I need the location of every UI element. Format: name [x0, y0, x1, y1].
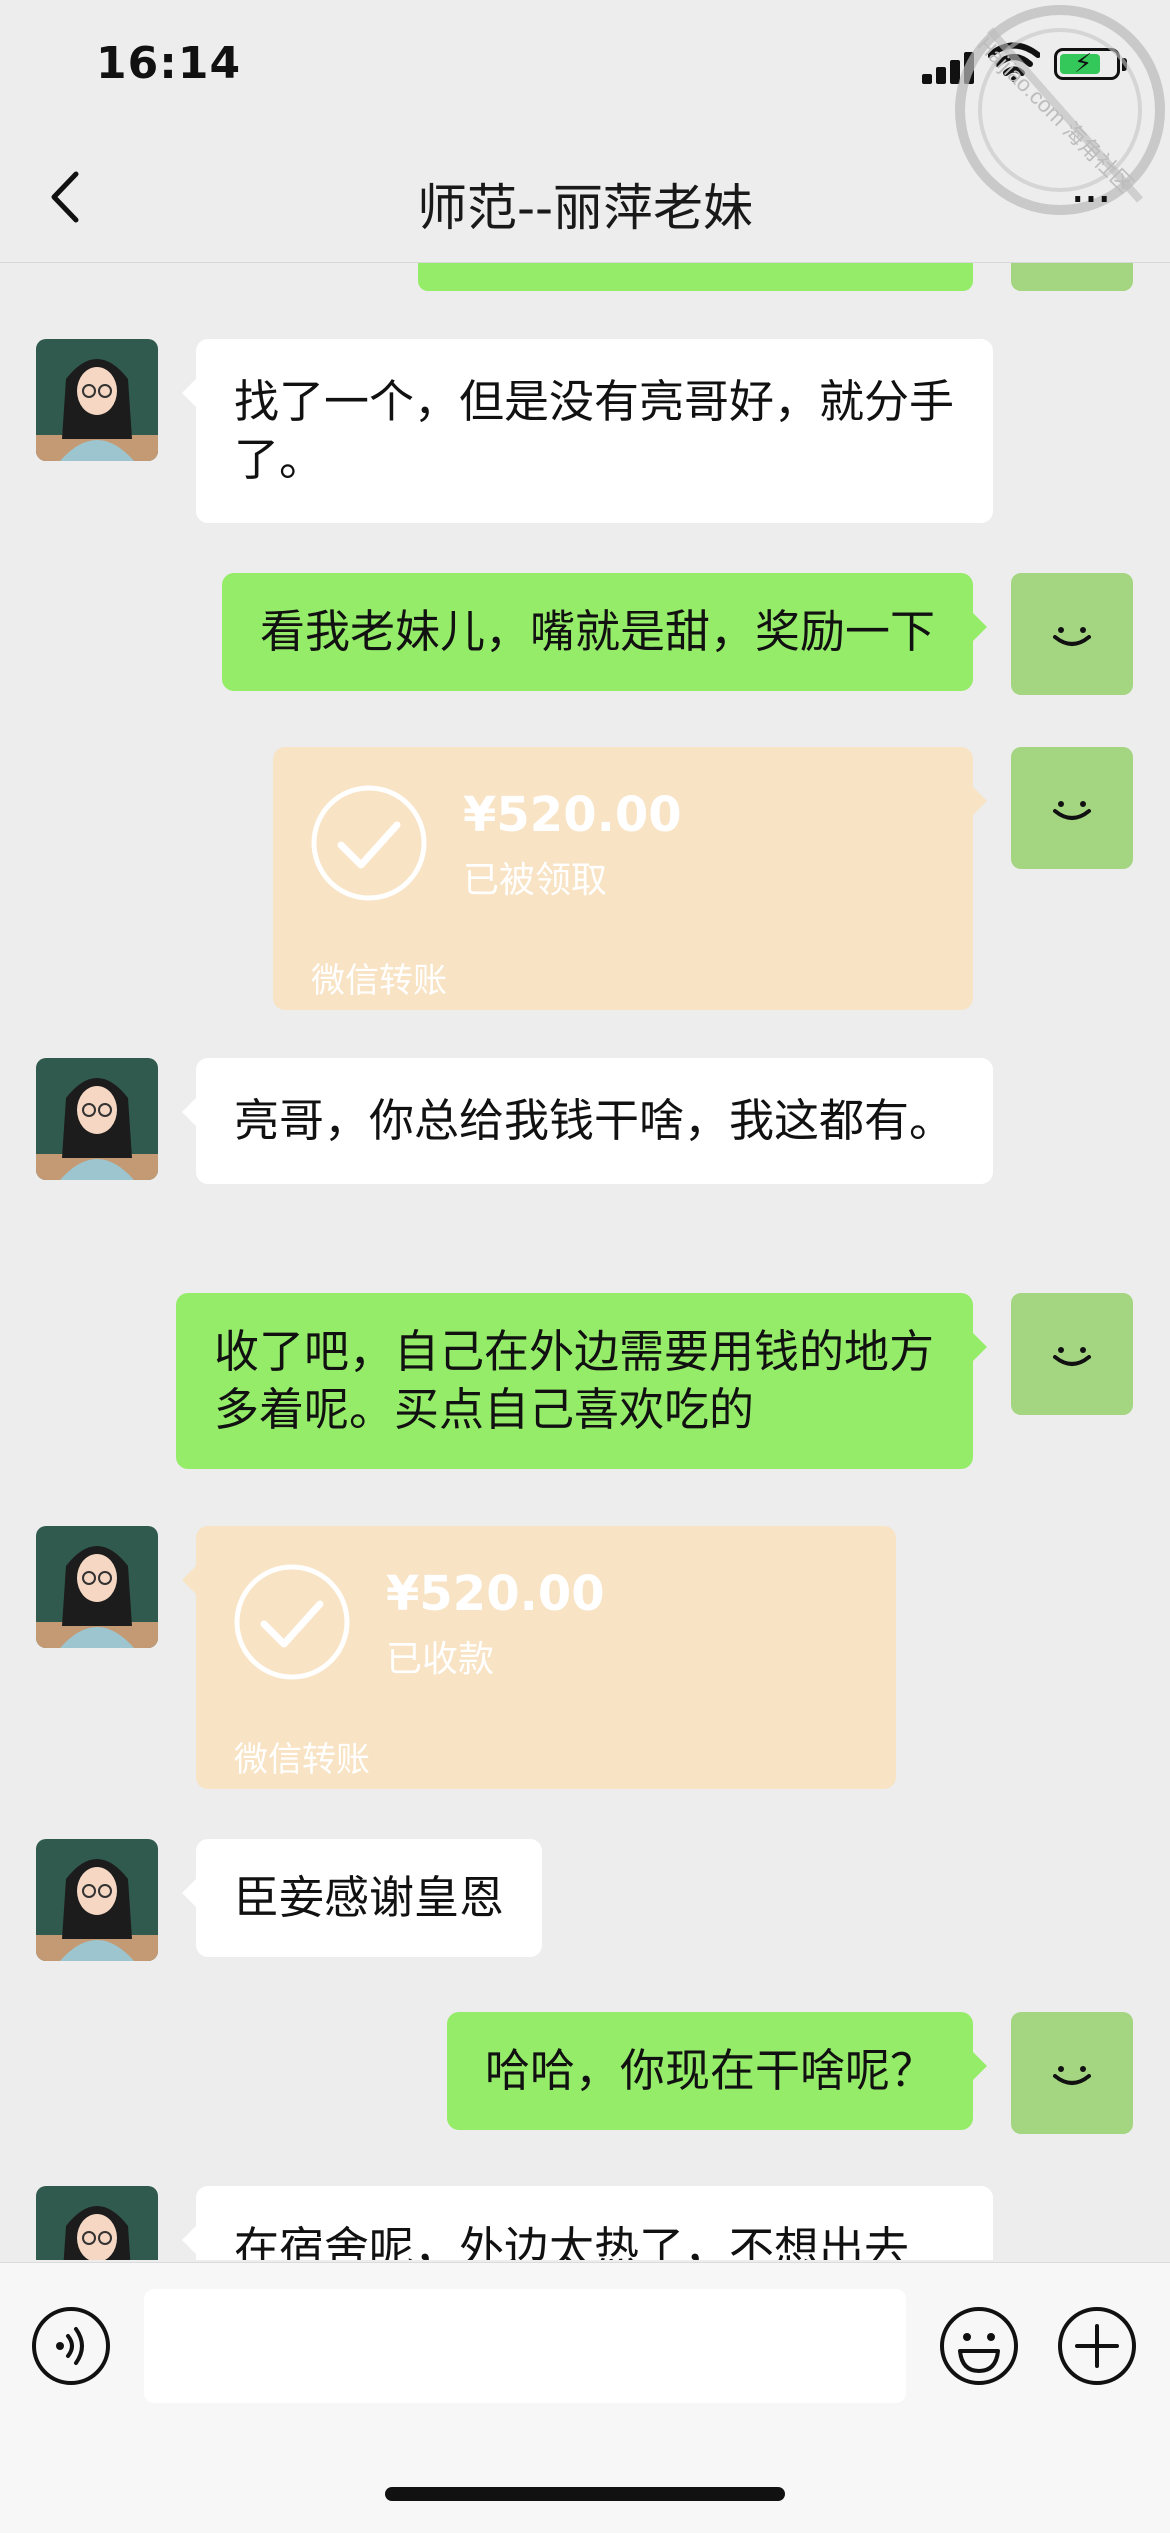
- smile-avatar-icon: [1053, 2066, 1091, 2085]
- self-avatar[interactable]: [1011, 1293, 1133, 1415]
- transfer-status: 已被领取: [463, 860, 608, 901]
- transfer-status: 已收款: [386, 1639, 495, 1680]
- voice-icon[interactable]: [30, 2305, 112, 2387]
- check-icon: [234, 1564, 350, 1680]
- nav-bar: 师范--丽萍老妹 ···: [0, 132, 1170, 263]
- more-icon[interactable]: ···: [1050, 172, 1130, 228]
- message-bubble-partial: [418, 263, 973, 291]
- self-avatar[interactable]: [1011, 573, 1133, 695]
- smile-avatar-icon: [1053, 801, 1091, 820]
- home-indicator: [385, 2487, 785, 2501]
- self-avatar[interactable]: [1011, 747, 1133, 869]
- message-bubble-incoming[interactable]: 亮哥，你总给我钱干啥，我这都有。: [182, 1058, 993, 1184]
- contact-avatar[interactable]: [36, 1058, 158, 1180]
- message-bubble-incoming[interactable]: 臣妾感谢皇恩: [181, 1839, 543, 1957]
- self-avatar-partial: [1011, 263, 1133, 291]
- transfer-amount: ¥520.00: [386, 1566, 605, 1622]
- message-bubble-incoming[interactable]: 找了一个，但是没有亮哥好，就分手了。: [182, 339, 993, 523]
- contact-avatar[interactable]: [36, 1526, 158, 1648]
- transfer-card-outgoing[interactable]: ¥520.00 已被领取 微信转账: [273, 747, 987, 1010]
- status-time: 16:14: [96, 38, 242, 89]
- message-bubble-outgoing[interactable]: 看我老妹儿，嘴就是甜，奖励一下: [221, 573, 988, 691]
- contact-avatar[interactable]: [36, 2186, 158, 2260]
- transfer-card-incoming[interactable]: ¥520.00 已收款 微信转账: [182, 1526, 896, 1789]
- check-icon: [311, 785, 427, 901]
- contact-avatar[interactable]: [36, 339, 158, 461]
- plus-icon[interactable]: [1056, 2305, 1138, 2387]
- message-bubble-outgoing[interactable]: 哈哈，你现在干啥呢？: [446, 2012, 988, 2130]
- input-bar: [0, 2262, 1170, 2533]
- message-bubble-outgoing[interactable]: 收了吧，自己在外边需要用钱的地方多着呢。买点自己喜欢吃的: [176, 1293, 987, 1469]
- transfer-amount: ¥520.00: [463, 787, 682, 843]
- message-input[interactable]: [144, 2289, 906, 2403]
- message-bubble-incoming[interactable]: 在宿舍呢，外边太热了，不想出去: [182, 2186, 993, 2260]
- chat-title: 师范--丽萍老妹: [416, 179, 754, 237]
- smile-avatar-icon: [1053, 627, 1091, 646]
- transfer-brand: 微信转账: [234, 1740, 370, 1780]
- chat-message-list[interactable]: 找了一个，但是没有亮哥好，就分手了。 看我老妹儿，嘴就是甜，奖励一下 ¥520.…: [0, 263, 1170, 2260]
- smile-avatar-icon: [1053, 1347, 1091, 1366]
- transfer-brand: 微信转账: [311, 961, 447, 1001]
- contact-avatar[interactable]: [36, 1839, 158, 1961]
- self-avatar[interactable]: [1011, 2012, 1133, 2134]
- emoji-icon[interactable]: [938, 2305, 1020, 2387]
